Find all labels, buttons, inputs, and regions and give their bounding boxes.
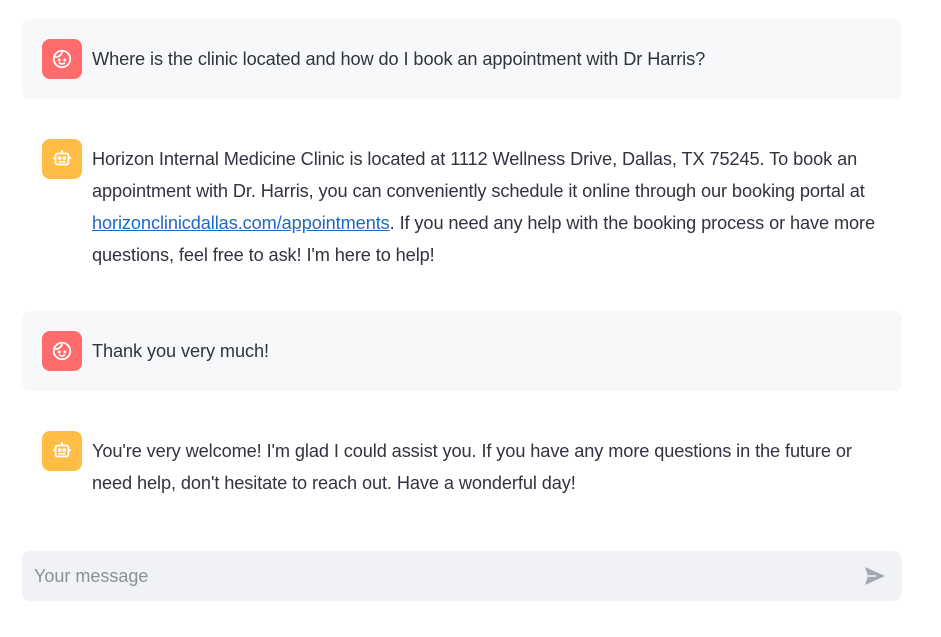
chat-message-user: Where is the clinic located and how do I… <box>22 19 902 99</box>
user-avatar <box>42 39 82 79</box>
user-face-icon <box>52 49 72 69</box>
send-icon <box>865 567 885 585</box>
assistant-avatar <box>42 139 82 179</box>
message-text-before: Horizon Internal Medicine Clinic is loca… <box>92 149 865 201</box>
message-input[interactable] <box>32 564 860 588</box>
message-text: Horizon Internal Medicine Clinic is loca… <box>92 139 892 271</box>
message-text: Thank you very much! <box>92 341 269 361</box>
robot-icon <box>52 149 72 166</box>
send-button[interactable] <box>860 561 890 591</box>
message-text: You're very welcome! I'm glad I could as… <box>92 441 852 493</box>
chat-container: Where is the clinic located and how do I… <box>22 19 902 519</box>
user-face-icon <box>52 341 72 361</box>
user-avatar <box>42 331 82 371</box>
appointments-link[interactable]: horizonclinicdallas.com/appointments <box>92 213 390 233</box>
message-text: Where is the clinic located and how do I… <box>92 49 706 69</box>
chat-message-assistant: You're very welcome! I'm glad I could as… <box>22 411 902 519</box>
assistant-avatar <box>42 431 82 471</box>
chat-message-assistant: Horizon Internal Medicine Clinic is loca… <box>22 119 902 291</box>
chat-message-user: Thank you very much! <box>22 311 902 391</box>
chat-input-bar <box>22 551 902 601</box>
robot-icon <box>52 441 72 458</box>
